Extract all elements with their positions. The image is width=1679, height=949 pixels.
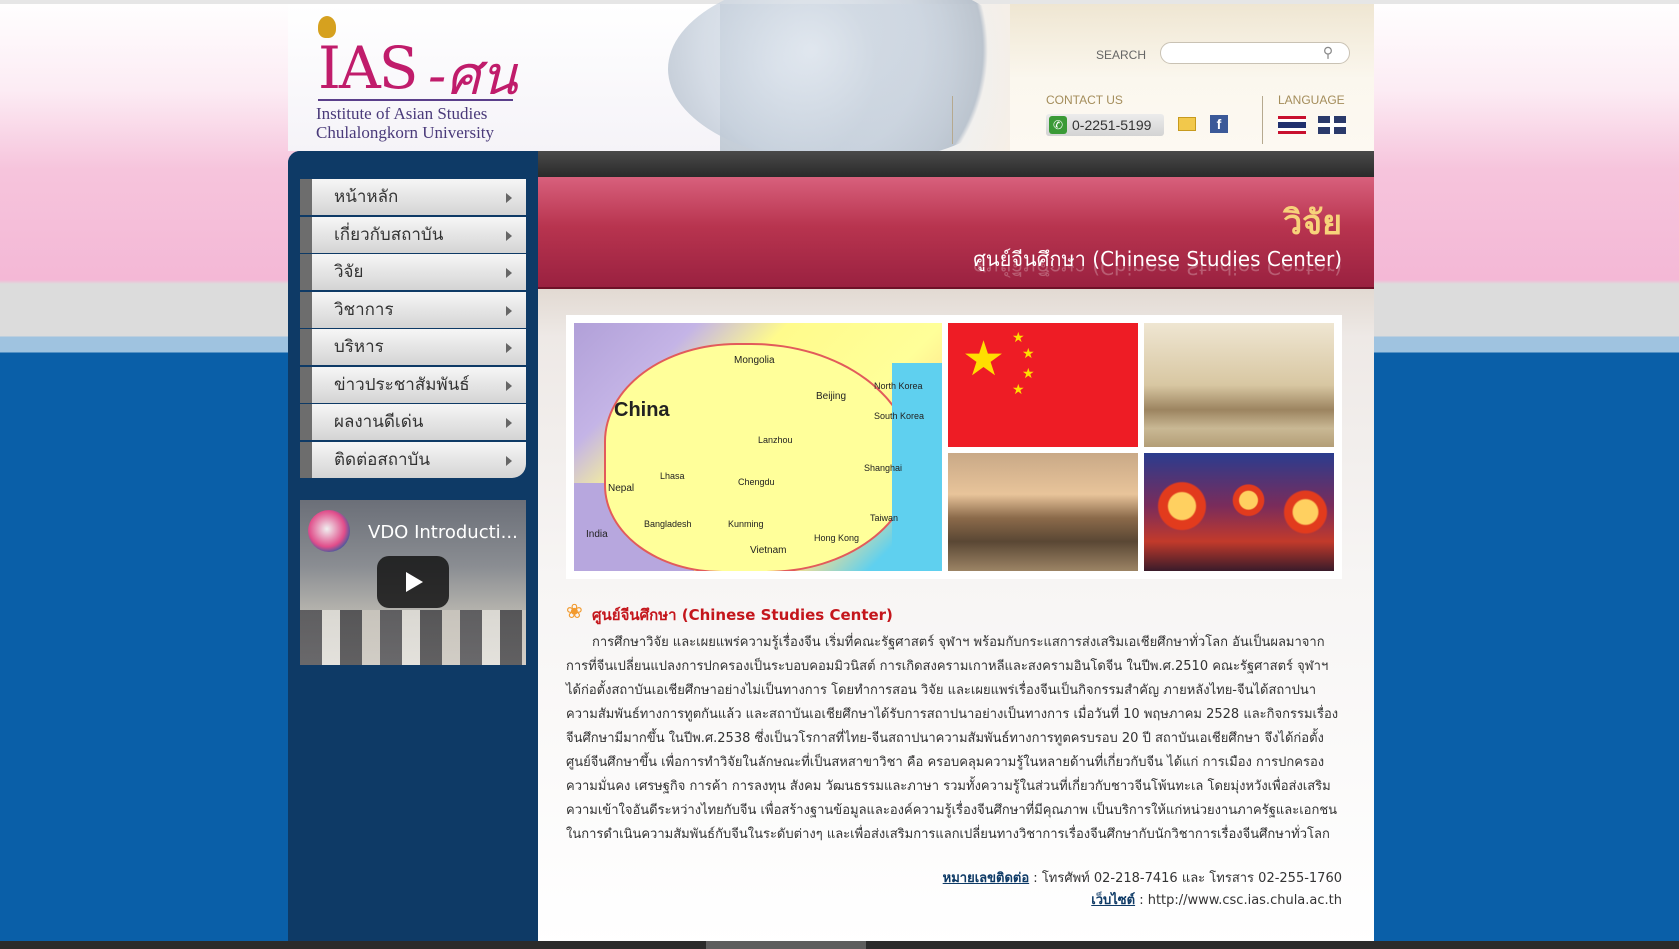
chevron-right-icon [506,418,512,428]
map-label-nepal: Nepal [608,483,635,494]
divider [1262,96,1263,144]
map-label-mongolia: Mongolia [734,355,775,366]
menu-item-label: ข่าวประชาสัมพันธ์ [334,374,470,395]
map-label-north-korea: North Korea [874,381,923,391]
menu-item-label: ติดต่อสถาบัน [334,449,430,470]
menu-item-label: ผลงานดีเด่น [334,412,424,432]
map-label-beijing: Beijing [816,391,847,402]
menu-item-achievements[interactable]: ผลงานดีเด่น [300,404,526,440]
small-star-icon: ★ [1012,330,1025,346]
menu-item-contact[interactable]: ติดต่อสถาบัน [300,441,526,478]
uk-flag-icon[interactable] [1318,116,1346,134]
map-label-lhasa: Lhasa [660,471,685,481]
logo-divider [318,99,513,101]
chevron-right-icon [506,230,512,241]
article-heading: ศูนย์จีนศึกษา (Chinese Studies Center) [592,606,893,624]
sidebar: หน้าหลัก เกี่ยวกับสถาบัน วิจัย วิชาการ บ… [288,151,538,949]
chevron-right-icon [506,455,512,466]
menu-item-label: วิจัย [334,262,364,282]
landscape-photo [1144,323,1334,447]
lantern-photo [1144,453,1334,571]
video-title[interactable]: VDO Introducti... [368,522,518,543]
contact-label: CONTACT US [1046,93,1123,107]
main-frame: หน้าหลัก เกี่ยวกับสถาบัน วิจัย วิชาการ บ… [288,151,1374,949]
map-label-taiwan: Taiwan [870,513,899,523]
video-embed[interactable]: VDO Introducti... [300,500,526,665]
menu-item-academic[interactable]: วิชาการ [300,291,526,328]
flower-bullet-icon: ❀ [566,599,583,623]
great-wall-photo [948,453,1138,571]
play-button[interactable] [377,556,449,608]
chevron-right-icon [506,343,512,353]
china-flag-image: ★ ★ ★ ★ ★ [948,323,1138,447]
logo-ias-text[interactable]: IAS [318,34,419,102]
map-label-vietnam: Vietnam [750,545,787,556]
main-menu: หน้าหลัก เกี่ยวกับสถาบัน วิจัย วิชาการ บ… [300,179,526,479]
language-label: LANGUAGE [1278,93,1345,107]
contact-phone-value: : โทรศัพท์ 02-218-7416 และ โทรสาร 02-255… [1029,871,1342,886]
search-icon[interactable]: ⚲ [1318,44,1338,62]
chevron-right-icon [506,193,512,203]
map-label-chengdu: Chengdu [738,477,775,487]
subtitle-reflection: ศูนย์จีนศึกษา (Chinese Studies Center) [973,263,1342,279]
menu-item-home[interactable]: หน้าหลัก [300,179,526,215]
university-name: Chulalongkorn University [316,123,495,142]
thai-flag-icon[interactable] [1278,116,1306,134]
search-label: SEARCH [1096,48,1147,62]
map-label-south-korea: South Korea [874,411,925,421]
scrollbar-thumb[interactable] [706,941,866,949]
page-banner: วิจัย ศูนย์จีนศึกษา (Chinese Studies Cen… [538,177,1374,289]
small-star-icon: ★ [1022,366,1035,382]
contact-website-line: เว็บไซต์ : http://www.csc.ias.chula.ac.t… [1091,889,1342,910]
contact-website-label: เว็บไซต์ [1091,893,1136,908]
small-star-icon: ★ [1012,382,1025,398]
page-title: วิจัย [1283,203,1342,243]
contact-phone-label: หมายเลขติดต่อ [942,871,1030,886]
contact-phone-line: หมายเลขติดต่อ : โทรศัพท์ 02-218-7416 และ… [943,867,1342,888]
menu-item-label: บริหาร [334,337,384,357]
chevron-right-icon [506,305,512,316]
china-map-image: China Mongolia Beijing Nepal India Vietn… [574,323,942,571]
map-label-kunming: Kunming [728,519,764,529]
chevron-right-icon [506,268,512,278]
menu-item-administration[interactable]: บริหาร [300,329,526,365]
main-content: วิจัย ศูนย์จีนศึกษา (Chinese Studies Cen… [538,177,1374,949]
image-collage: China Mongolia Beijing Nepal India Vietn… [566,315,1342,579]
phone-text: 0-2251-5199 [1072,117,1152,133]
menu-item-label: วิชาการ [334,299,394,320]
mail-icon[interactable] [1178,117,1196,131]
horizontal-scrollbar[interactable] [0,941,1679,949]
institute-name: Institute of Asian Studies [316,104,488,123]
content-top-bar [538,151,1374,177]
map-label-china: China [614,399,670,421]
facebook-icon[interactable]: f [1210,115,1228,133]
channel-avatar[interactable] [308,510,350,552]
phone-icon: ✆ [1049,116,1067,134]
menu-item-about[interactable]: เกี่ยวกับสถาบัน [300,216,526,253]
map-label-lanzhou: Lanzhou [758,435,793,445]
contact-website-link[interactable]: : http://www.csc.ias.chula.ac.th [1135,893,1342,908]
article-body: การศึกษาวิจัย และเผยแพร่ความรู้เรื่องจีน… [566,635,1339,842]
phone-number[interactable]: ✆ 0-2251-5199 [1046,114,1164,136]
small-star-icon: ★ [1022,346,1035,362]
map-label-bangladesh: Bangladesh [644,519,692,529]
large-star-icon: ★ [962,331,1006,387]
menu-item-research[interactable]: วิจัย [300,254,526,290]
map-china-shape [604,343,914,571]
video-thumbnail [300,610,526,665]
map-label-india: India [586,529,608,540]
map-label-hong-kong: Hong Kong [814,533,860,543]
chevron-right-icon [506,380,512,391]
menu-item-label: หน้าหลัก [334,187,399,207]
menu-item-news[interactable]: ข่าวประชาสัมพันธ์ [300,366,526,403]
site-header: IAS -ศน Institute of Asian Studies Chula… [288,0,1374,164]
divider [952,96,953,144]
menu-item-label: เกี่ยวกับสถาบัน [334,224,444,245]
map-label-shanghai: Shanghai [864,463,903,473]
